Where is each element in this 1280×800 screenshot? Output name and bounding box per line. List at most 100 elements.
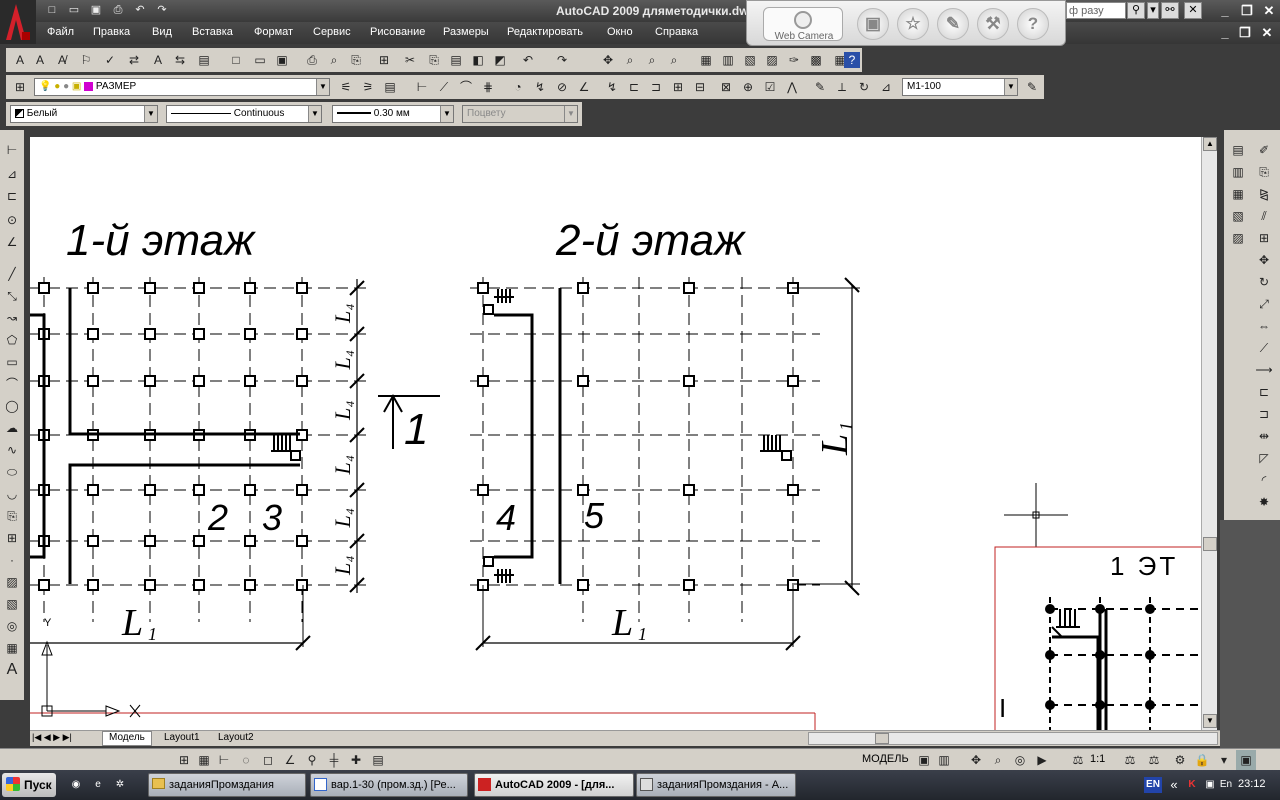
grid-toggle-icon[interactable]: ▦ [194, 750, 214, 770]
revcloud-icon[interactable]: ☁ [2, 418, 22, 438]
text-align-icon[interactable]: ⇄ [124, 50, 144, 70]
scroll-thumb[interactable] [1203, 537, 1217, 551]
break-icon[interactable]: ⊐ [1254, 404, 1274, 424]
ellipse-icon[interactable]: ⬭ [2, 462, 22, 482]
dim-aligned-side-icon[interactable]: ⊿ [2, 164, 22, 184]
tray-app-icon[interactable]: ▣ [1202, 777, 1218, 793]
tray-lang-icon[interactable]: En [1218, 777, 1234, 793]
scale-icon[interactable]: ⤢ [1254, 294, 1274, 314]
qsave-icon[interactable]: ▣ [272, 50, 292, 70]
hatch-icon[interactable]: ▨ [2, 572, 22, 592]
clean-screen-icon[interactable]: ▣ [1236, 750, 1256, 770]
tray-settings-icon[interactable]: ▾ [1214, 750, 1234, 770]
ordinate-dim-icon[interactable]: ⋕ [478, 77, 498, 97]
menu-insert[interactable]: Вставка [192, 26, 233, 38]
radius-dim-icon[interactable]: ◔ [508, 77, 528, 97]
help-icon[interactable]: ? [1017, 8, 1049, 40]
close-icon[interactable]: ✕ [1260, 3, 1278, 19]
layer-walk-icon[interactable]: ▨ [1228, 228, 1248, 248]
dim-baseline-side-icon[interactable]: ⊏ [2, 186, 22, 206]
edit-icon[interactable]: ✎ [937, 8, 969, 40]
autocad-logo[interactable] [0, 0, 36, 44]
layer-manager-icon[interactable]: ⊞ [10, 77, 30, 97]
qp-toggle-icon[interactable]: ▤ [368, 750, 388, 770]
dim-text-edit-icon[interactable]: ⟂ [832, 77, 852, 97]
cut-icon[interactable]: ✂ [400, 50, 420, 70]
print-icon[interactable]: ⎙ [110, 3, 126, 18]
layer-off-icon[interactable]: ▧ [1228, 206, 1248, 226]
quick-dim-icon[interactable]: ↯ [602, 77, 622, 97]
wrench-icon[interactable]: ⚒ [977, 8, 1009, 40]
dim-linear-side-icon[interactable]: ⊢ [2, 140, 22, 160]
menu-dimension[interactable]: Размеры [443, 26, 489, 38]
layer-iso-icon[interactable]: ▤ [1228, 140, 1248, 160]
tab-nav-icons[interactable]: |◀ ◀ ▶ ▶| [32, 732, 72, 743]
menu-view[interactable]: Вид [152, 26, 172, 38]
mirror-icon[interactable]: ⧎ [1254, 184, 1274, 204]
rotate-icon[interactable]: ↻ [1254, 272, 1274, 292]
lwt-toggle-icon[interactable]: ✚ [346, 750, 366, 770]
rectangle-icon[interactable]: ▭ [2, 352, 22, 372]
chevron-down-icon[interactable]: ▼ [144, 106, 157, 122]
spline-icon[interactable]: ∿ [2, 440, 22, 460]
menu-edit[interactable]: Правка [93, 26, 130, 38]
paste-icon[interactable]: ▤ [446, 50, 466, 70]
binoculars-icon[interactable]: ⚯ [1161, 2, 1179, 19]
center-mark-icon[interactable]: ⊕ [738, 77, 758, 97]
circle-icon[interactable]: ◯ [2, 396, 22, 416]
steeringwheel-icon[interactable]: ◎ [1010, 750, 1030, 770]
scroll-up-icon[interactable]: ▲ [1203, 137, 1217, 151]
start-button[interactable]: Пуск [2, 773, 56, 797]
quick-view-layouts-icon[interactable]: ▣ [914, 750, 934, 770]
drawing-svg[interactable]: 1-й этаж 2-й этаж 2 3 1 L4L4L4L4L4L4 L 1… [30, 137, 1201, 730]
insert-block-icon[interactable]: ⎘ [2, 506, 22, 526]
polygon-icon[interactable]: ⬠ [2, 330, 22, 350]
vertical-scrollbar[interactable]: ▲ ▼ [1201, 137, 1217, 730]
new-icon[interactable]: □ [44, 3, 60, 18]
extend-icon[interactable]: ⟶ [1254, 360, 1274, 380]
help-tool-icon[interactable]: ? [844, 52, 860, 68]
tolerance-icon[interactable]: ⊠ [716, 77, 736, 97]
layer-freeze-icon[interactable]: ▦ [1228, 184, 1248, 204]
text-style-icon[interactable]: A [10, 50, 30, 70]
lock-icon[interactable]: 🔒 [1192, 750, 1212, 770]
menu-window[interactable]: Окно [607, 26, 633, 38]
erase-icon[interactable]: ✐ [1254, 140, 1274, 160]
ducs-toggle-icon[interactable]: ⚲ [302, 750, 322, 770]
justify-text-icon[interactable]: ⇆ [170, 50, 190, 70]
task-word-doc[interactable]: вар.1-30 (пром.зд.) [Ре... [310, 773, 468, 797]
save-icon[interactable]: ▣ [88, 3, 104, 18]
dim-break-icon[interactable]: ⊟ [690, 77, 710, 97]
tab-layout2[interactable]: Layout2 [212, 732, 260, 743]
zoom-previous-icon[interactable]: ⌕ [664, 50, 684, 70]
baseline-dim-icon[interactable]: ⊏ [624, 77, 644, 97]
jogged-linear-icon[interactable]: ⋀ [782, 77, 802, 97]
doc-minimize-icon[interactable]: _ [1216, 25, 1234, 41]
redo-icon[interactable]: ↷ [154, 3, 170, 18]
publish-icon[interactable]: ⎘ [346, 50, 366, 70]
make-current-icon[interactable]: ⚟ [336, 77, 356, 97]
polyline-icon[interactable]: ↝ [2, 308, 22, 328]
model-label[interactable]: МОДЕЛЬ [862, 753, 909, 765]
multiline-text-icon[interactable]: A [30, 50, 50, 70]
doc-close-icon[interactable]: ✕ [1258, 25, 1276, 41]
angular-dim-icon[interactable]: ∠ [574, 77, 594, 97]
layer-unisolate-icon[interactable]: ▥ [1228, 162, 1248, 182]
qopen-icon[interactable]: ▭ [250, 50, 270, 70]
quicklaunch-ie-icon[interactable]: e [90, 777, 106, 793]
menu-modify[interactable]: Редактировать [507, 26, 583, 38]
aligned-dim-icon[interactable]: ⟋ [434, 77, 454, 97]
diameter-dim-icon[interactable]: ⊘ [552, 77, 572, 97]
polar-toggle-icon[interactable]: ◌ [236, 750, 256, 770]
showmotion-icon[interactable]: ▶ [1032, 750, 1052, 770]
antivirus-icon[interactable]: K [1184, 777, 1200, 793]
pan-status-icon[interactable]: ✥ [966, 750, 986, 770]
dim-angle-side-icon[interactable]: ∠ [2, 232, 22, 252]
spelling-icon[interactable]: ✓ [100, 50, 120, 70]
star-icon[interactable]: ☆ [897, 8, 929, 40]
copy-object-icon[interactable]: ⎘ [1254, 162, 1274, 182]
join-icon[interactable]: ⇹ [1254, 426, 1274, 446]
tab-layout1[interactable]: Layout1 [158, 732, 206, 743]
snap-toggle-icon[interactable]: ⊞ [174, 750, 194, 770]
block-editor-icon[interactable]: ◩ [490, 50, 510, 70]
